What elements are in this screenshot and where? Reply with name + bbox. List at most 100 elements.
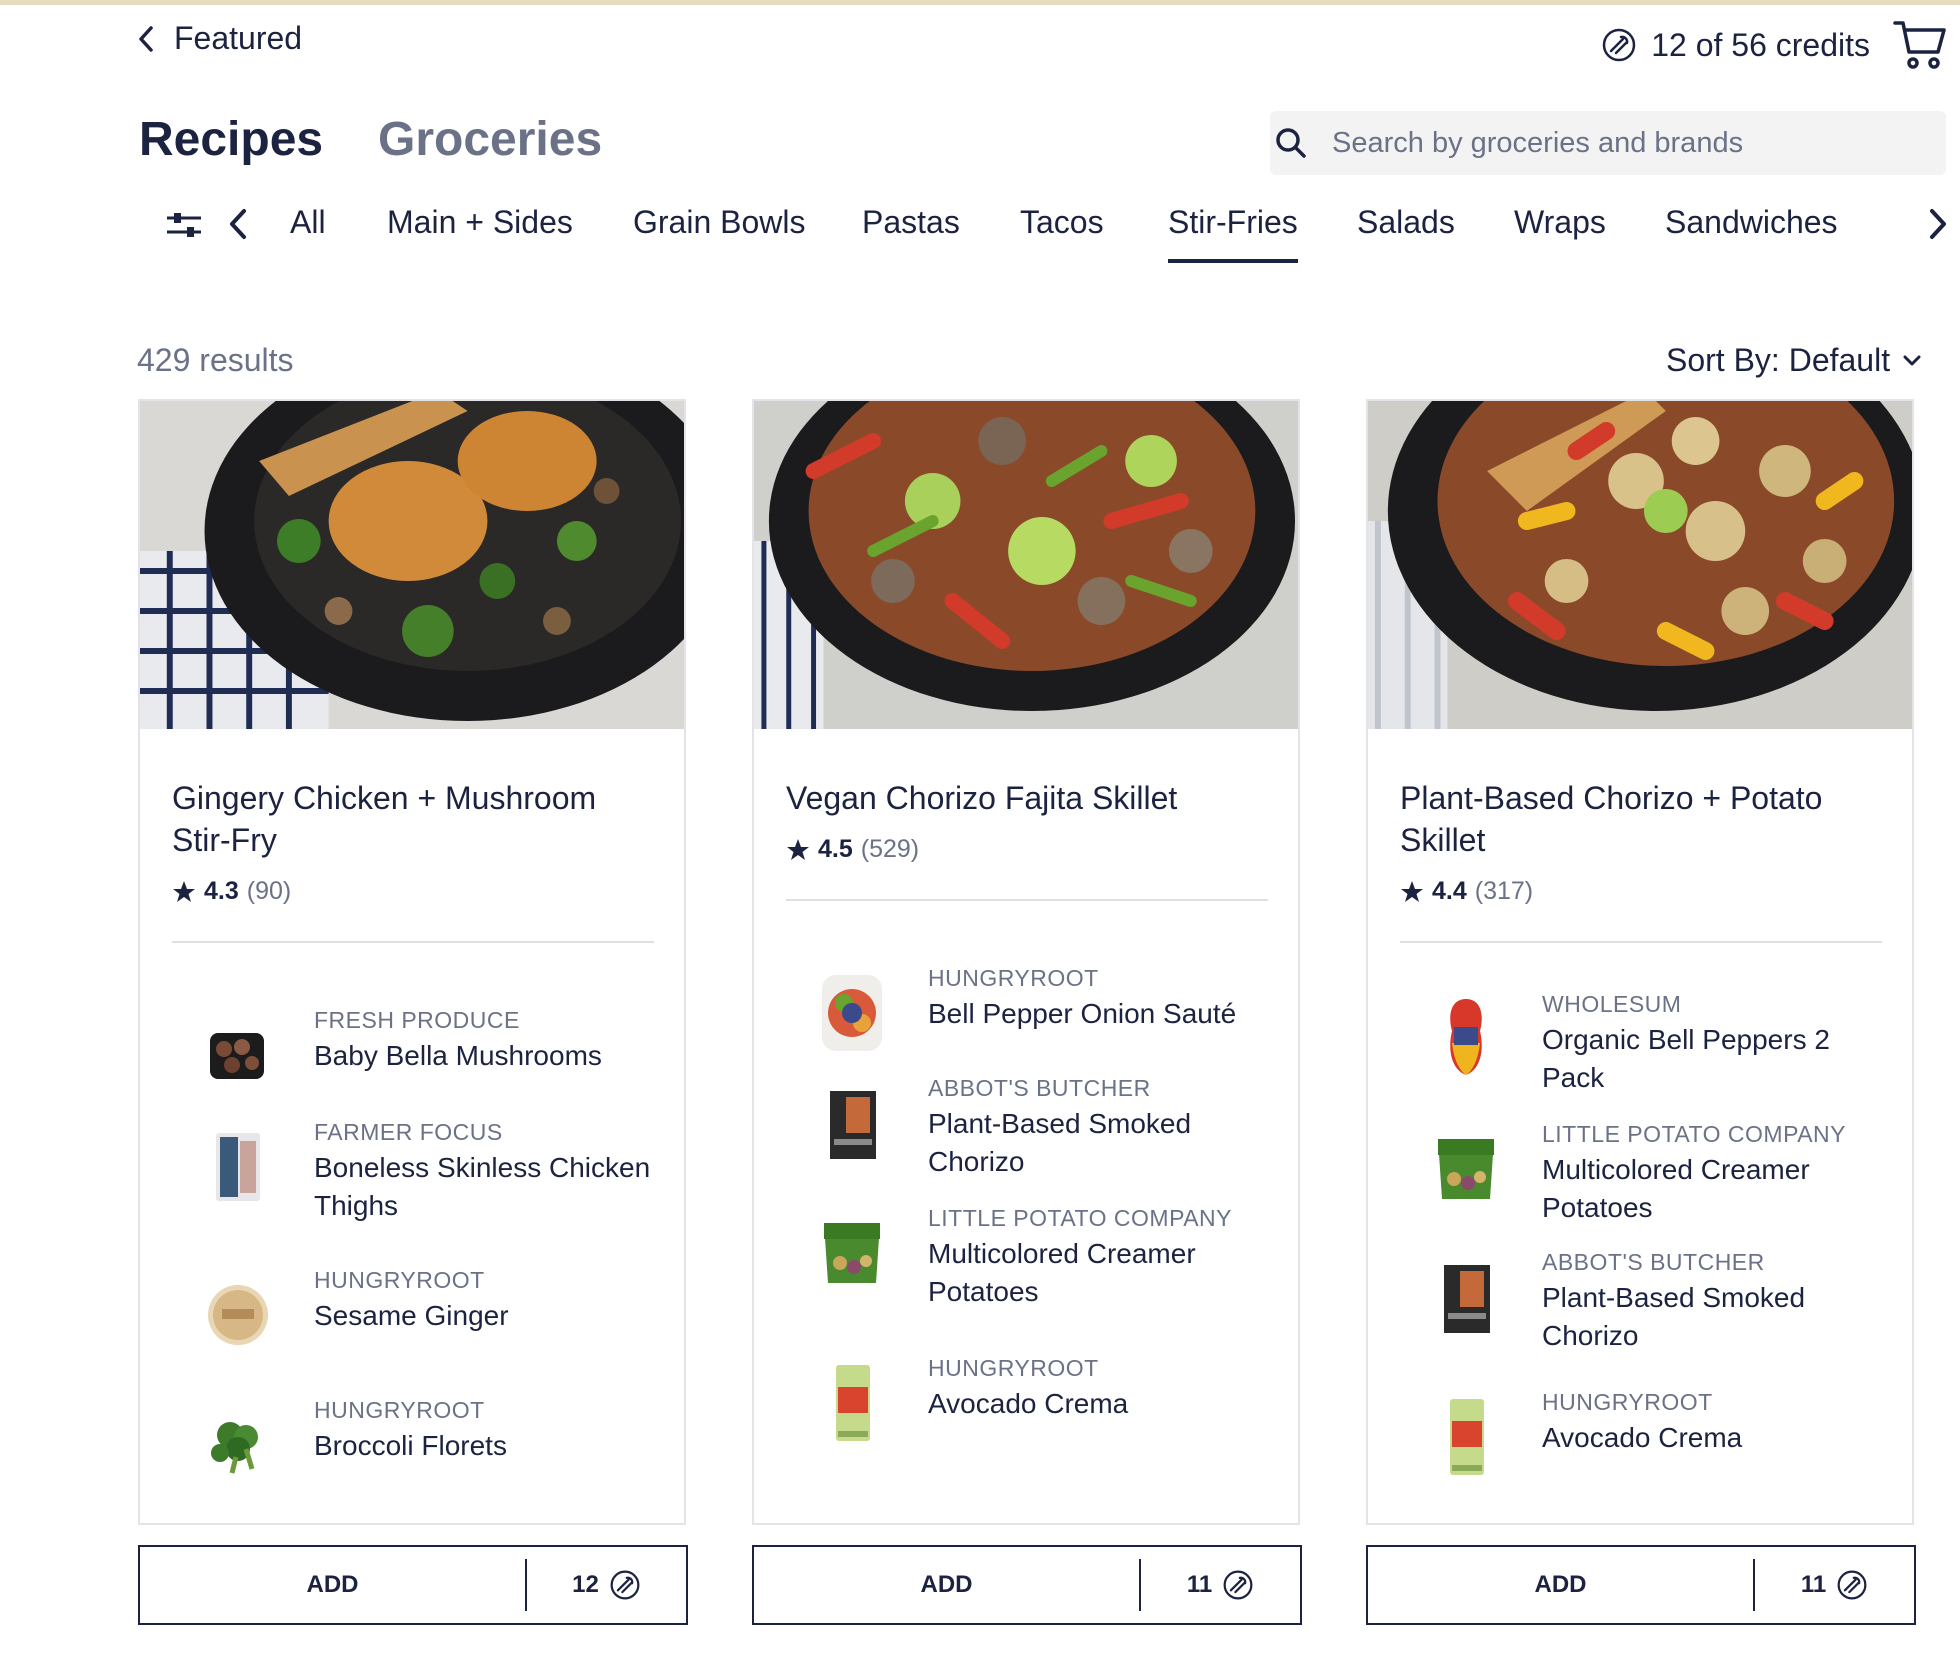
category-scroll-left-icon[interactable] (228, 208, 248, 240)
add-button[interactable]: ADD (1368, 1571, 1753, 1599)
sort-dropdown[interactable]: Sort By: Default (1666, 342, 1922, 379)
ingredient-brand: ABBOT'S BUTCHER (1542, 1249, 1765, 1275)
ingredient-item: WHOLESUM Organic Bell Peppers 2 Pack (1400, 991, 1890, 1101)
ingredient-brand: LITTLE POTATO COMPANY (1542, 1121, 1847, 1147)
add-button[interactable]: ADD (754, 1571, 1139, 1599)
card-divider (172, 941, 654, 943)
ingredient-item: HUNGRYROOT Bell Pepper Onion Sauté (786, 965, 1276, 1075)
recipe-card[interactable]: Vegan Chorizo Fajita Skillet 4.5 (529) H… (752, 399, 1300, 1525)
recipe-card[interactable]: Plant-Based Chorizo + Potato Skillet 4.4… (1366, 399, 1914, 1525)
ingredient-item: ABBOT'S BUTCHER Plant-Based Smoked Chori… (786, 1075, 1276, 1185)
recipe-photo (1368, 401, 1912, 729)
sort-label: Sort By: Default (1666, 342, 1891, 378)
recipe-title[interactable]: Gingery Chicken + Mushroom Stir-Fry (172, 777, 652, 861)
category-tacos[interactable]: Tacos (1020, 204, 1104, 241)
recipe-rating: 4.5 (529) (786, 835, 919, 864)
credit-cost-value: 11 (1800, 1571, 1827, 1598)
credit-coin-icon (1602, 28, 1636, 62)
credit-coin-icon (1837, 1570, 1867, 1600)
credit-coin-icon (610, 1570, 640, 1600)
ingredient-item: HUNGRYROOT Avocado Crema (786, 1355, 1276, 1465)
recipe-photo (754, 401, 1298, 729)
star-icon (787, 838, 809, 860)
ingredient-thumbnail (216, 1133, 260, 1201)
top-accent-line (0, 0, 1960, 5)
credit-cost-value: 12 (572, 1571, 599, 1598)
recipe-photo (140, 401, 684, 729)
ingredient-name: Organic Bell Peppers 2 Pack (1542, 1024, 1830, 1093)
rating-count: (90) (246, 877, 292, 905)
ingredient-item: HUNGRYROOT Avocado Crema (1400, 1389, 1890, 1499)
category-pastas[interactable]: Pastas (862, 204, 960, 241)
category-all[interactable]: All (290, 204, 326, 241)
ingredient-item: HUNGRYROOT Broccoli Florets (172, 1397, 662, 1507)
ingredient-thumbnail (1450, 999, 1482, 1075)
ingredient-item: LITTLE POTATO COMPANY Multicolored Cream… (1400, 1121, 1890, 1231)
cart-icon[interactable] (1892, 18, 1948, 72)
ingredient-brand: HUNGRYROOT (314, 1267, 485, 1293)
ingredient-thumbnail (1444, 1265, 1490, 1333)
add-button[interactable]: ADD (140, 1571, 525, 1599)
ingredient-thumbnail (836, 1365, 870, 1441)
ingredient-name: Boneless Skinless Chicken Thighs (314, 1152, 651, 1221)
ingredient-brand: HUNGRYROOT (928, 1355, 1099, 1381)
ingredient-name: Bell Pepper Onion Sauté (928, 998, 1237, 1029)
credit-cost: 12 (527, 1569, 686, 1601)
ingredient-name: Avocado Crema (928, 1388, 1129, 1419)
category-main-sides[interactable]: Main + Sides (387, 204, 573, 241)
rating-count: (317) (1474, 877, 1534, 905)
ingredient-name: Broccoli Florets (314, 1430, 507, 1461)
ingredient-name: Plant-Based Smoked Chorizo (928, 1108, 1192, 1177)
category-sandwiches[interactable]: Sandwiches (1665, 204, 1838, 241)
ingredient-brand: FRESH PRODUCE (314, 1007, 520, 1033)
ingredient-name: Plant-Based Smoked Chorizo (1542, 1282, 1806, 1351)
rating-value: 4.3 (204, 877, 239, 905)
category-scroll-right-icon[interactable] (1928, 208, 1948, 240)
filter-sliders-icon[interactable] (166, 210, 202, 240)
category-grain-bowls[interactable]: Grain Bowls (633, 204, 806, 241)
recipe-title[interactable]: Plant-Based Chorizo + Potato Skillet (1400, 777, 1880, 861)
search-input[interactable] (1330, 125, 1894, 161)
tab-recipes[interactable]: Recipes (139, 112, 323, 167)
ingredient-thumbnail (208, 1285, 268, 1345)
chevron-left-icon (139, 25, 153, 52)
ingredient-thumbnail (1450, 1399, 1484, 1475)
tab-groceries[interactable]: Groceries (378, 112, 602, 167)
ingredient-thumbnail (211, 1422, 258, 1474)
ingredient-name: Multicolored Creamer Potatoes (1542, 1154, 1810, 1223)
back-label: Featured (174, 20, 303, 56)
recipe-rating: 4.4 (317) (1400, 877, 1533, 906)
add-recipe-bar: ADD 12 (138, 1545, 688, 1625)
ingredient-thumbnail (824, 1223, 880, 1283)
category-wraps[interactable]: Wraps (1514, 204, 1606, 241)
ingredient-brand: HUNGRYROOT (928, 965, 1099, 991)
add-recipe-bar: ADD 11 (752, 1545, 1302, 1625)
ingredient-brand: WHOLESUM (1542, 991, 1682, 1017)
ingredient-brand: HUNGRYROOT (1542, 1389, 1713, 1415)
recipe-rating: 4.3 (90) (172, 877, 291, 906)
back-to-featured-link[interactable]: Featured (136, 20, 302, 57)
credit-cost: 11 (1755, 1569, 1914, 1601)
recipe-card[interactable]: Gingery Chicken + Mushroom Stir-Fry 4.3 … (138, 399, 686, 1525)
ingredient-thumbnail (1438, 1139, 1494, 1199)
ingredient-thumbnail (822, 975, 882, 1051)
search-bar (1270, 111, 1946, 175)
ingredient-thumbnail (210, 1033, 264, 1079)
ingredient-brand: FARMER FOCUS (314, 1119, 503, 1145)
credit-coin-icon (1223, 1570, 1253, 1600)
recipe-title[interactable]: Vegan Chorizo Fajita Skillet (786, 777, 1266, 819)
ingredient-name: Multicolored Creamer Potatoes (928, 1238, 1196, 1307)
search-icon (1276, 128, 1306, 158)
ingredient-item: LITTLE POTATO COMPANY Multicolored Cream… (786, 1205, 1276, 1315)
credits-text: 12 of 56 credits (1651, 26, 1870, 63)
card-divider (786, 899, 1268, 901)
category-salads[interactable]: Salads (1357, 204, 1455, 241)
credit-cost: 11 (1141, 1569, 1300, 1601)
chevron-down-icon (1903, 355, 1921, 365)
ingredient-thumbnail (830, 1091, 876, 1159)
ingredient-item: FARMER FOCUS Boneless Skinless Chicken T… (172, 1119, 662, 1229)
category-stir-fries[interactable]: Stir-Fries (1168, 204, 1298, 263)
star-icon (1401, 880, 1423, 902)
rating-value: 4.4 (1432, 877, 1467, 905)
ingredient-name: Baby Bella Mushrooms (314, 1040, 602, 1071)
